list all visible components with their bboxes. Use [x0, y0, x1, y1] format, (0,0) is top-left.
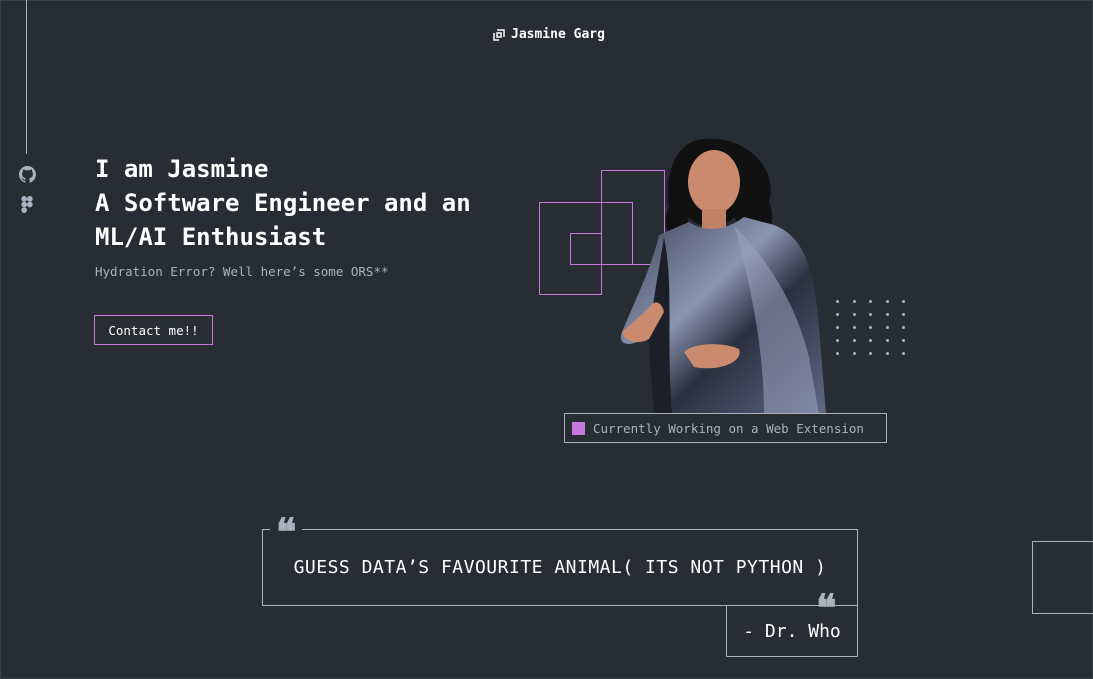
portrait-image — [614, 137, 826, 414]
sidebar-line — [26, 0, 27, 154]
logo[interactable]: Jasmine Garg — [493, 27, 605, 42]
hero-title: I am Jasmine A Software Engineer and an … — [95, 152, 525, 254]
hero-title-line-2: A Software Engineer and an — [95, 189, 471, 217]
hero-title-line-1: I am Jasmine — [95, 155, 269, 183]
decor-rect — [570, 233, 602, 265]
quote-author-text: - Dr. Who — [743, 620, 841, 642]
figma-icon[interactable] — [18, 195, 36, 213]
status-indicator — [572, 421, 585, 435]
decor-box — [1032, 541, 1093, 614]
logo-name: Jasmine Garg — [511, 27, 605, 42]
status-badge: Currently Working on a Web Extension — [564, 413, 887, 443]
hero-subtitle: Hydration Error? Well here’s some ORS** — [95, 264, 389, 279]
hero-section: I am Jasmine A Software Engineer and an … — [95, 152, 525, 279]
quote-author: - Dr. Who — [726, 605, 858, 657]
quote-text: GUESS DATA’S FAVOURITE ANIMAL( ITS NOT P… — [293, 557, 827, 578]
quote-open-icon: ❝ — [270, 517, 303, 543]
logo-icon — [493, 28, 505, 41]
status-text: Currently Working on a Web Extension — [593, 420, 864, 436]
github-icon[interactable] — [18, 165, 36, 183]
contact-button[interactable]: Contact me!! — [94, 315, 213, 345]
quote-box: GUESS DATA’S FAVOURITE ANIMAL( ITS NOT P… — [262, 529, 858, 606]
social-links — [18, 165, 36, 213]
dot-grid — [836, 300, 908, 355]
hero-title-line-3: ML/AI Enthusiast — [95, 223, 327, 251]
